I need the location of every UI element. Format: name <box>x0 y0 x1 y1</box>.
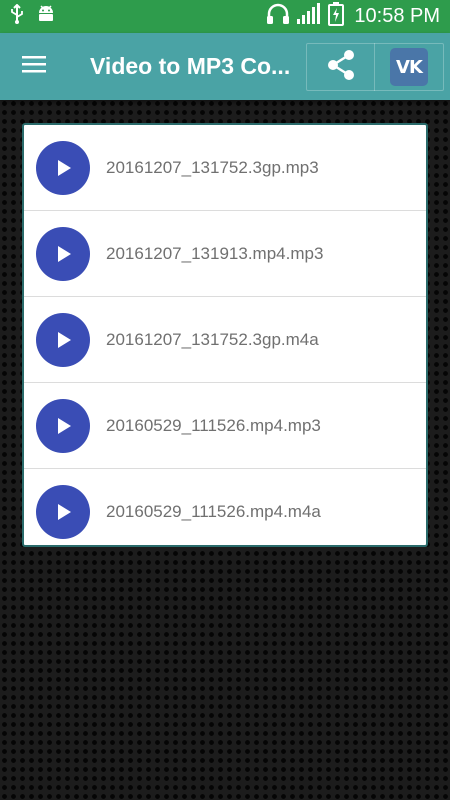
play-button[interactable] <box>36 398 90 453</box>
menu-button[interactable] <box>0 33 70 100</box>
file-row[interactable]: 20161207_131752.3gp.mp3 <box>24 125 426 211</box>
play-icon <box>58 417 71 434</box>
file-row[interactable]: 20160529_111526.mp4.m4a <box>24 469 426 545</box>
play-icon <box>58 504 71 520</box>
play-icon <box>58 331 71 348</box>
play-button[interactable] <box>36 312 90 367</box>
file-name: 20161207_131752.3gp.m4a <box>106 329 319 349</box>
play-button[interactable] <box>36 140 90 195</box>
file-list: 20161207_131752.3gp.mp3 20161207_131913.… <box>22 123 428 547</box>
status-time: 10:58 PM <box>354 5 440 27</box>
file-name: 20161207_131913.mp4.mp3 <box>106 243 324 263</box>
app-title: Video to MP3 Co... <box>90 53 291 79</box>
headphones-icon <box>266 3 290 30</box>
status-bar: 10:58 PM <box>0 0 450 33</box>
hamburger-menu-icon <box>22 54 48 79</box>
play-button[interactable] <box>36 485 90 539</box>
vk-label: VK <box>396 56 423 78</box>
android-icon <box>36 4 56 29</box>
toolbar-actions: VK <box>306 43 444 91</box>
play-button[interactable] <box>36 226 90 281</box>
battery-charging-icon <box>328 2 345 31</box>
share-icon <box>324 48 358 87</box>
share-button[interactable] <box>307 43 375 91</box>
vk-button[interactable]: VK <box>375 43 443 91</box>
play-icon <box>58 245 71 262</box>
play-icon <box>58 159 71 176</box>
usb-icon <box>10 3 24 29</box>
file-name: 20160529_111526.mp4.m4a <box>106 502 321 521</box>
file-row[interactable]: 20161207_131752.3gp.m4a <box>24 297 426 383</box>
file-row[interactable]: 20161207_131913.mp4.mp3 <box>24 211 426 297</box>
file-name: 20161207_131752.3gp.mp3 <box>106 157 319 177</box>
app-toolbar: Video to MP3 Co... VK <box>0 33 450 100</box>
signal-icon <box>296 3 322 30</box>
file-name: 20160529_111526.mp4.mp3 <box>106 415 321 435</box>
file-row[interactable]: 20160529_111526.mp4.mp3 <box>24 383 426 469</box>
vk-icon: VK <box>390 48 428 86</box>
